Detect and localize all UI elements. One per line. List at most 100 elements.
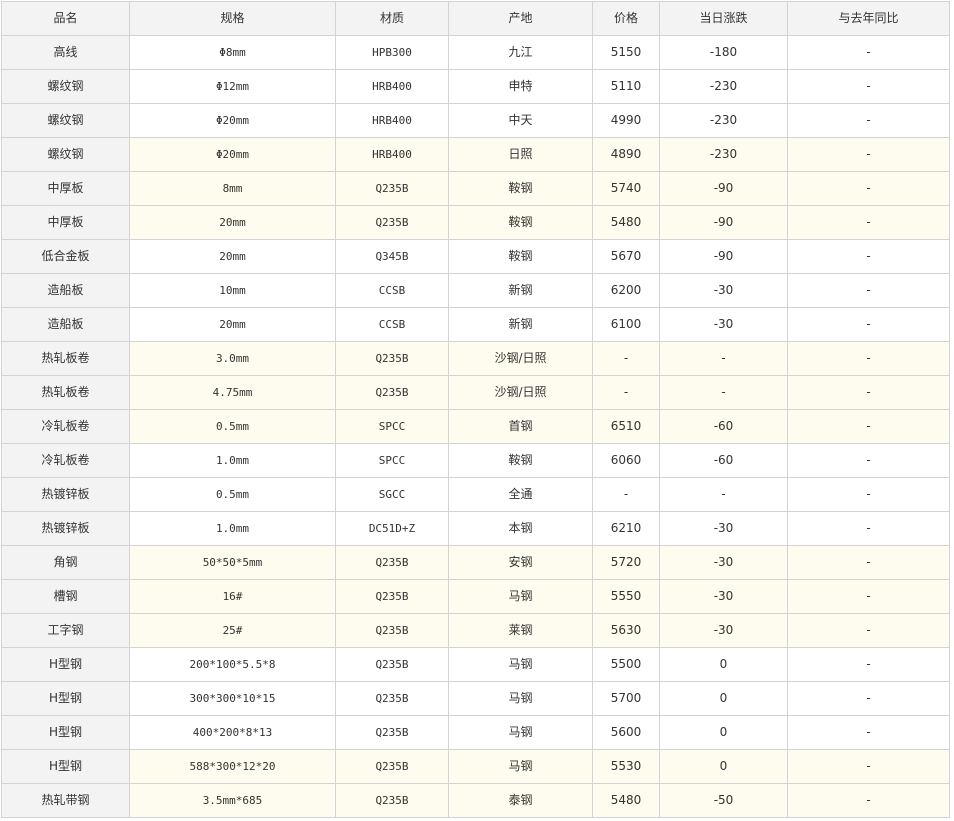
cell-material: SPCC: [335, 409, 449, 444]
cell-price: 5150: [592, 35, 660, 70]
cell-spec: 20mm: [129, 239, 336, 274]
cell-price: 5530: [592, 749, 660, 784]
cell-name: 螺纹钢: [1, 137, 130, 172]
cell-daily-change: -230: [659, 69, 788, 104]
cell-spec: 16#: [129, 579, 336, 614]
cell-name: 中厚板: [1, 205, 130, 240]
cell-price: 6200: [592, 273, 660, 308]
cell-daily-change: -30: [659, 511, 788, 546]
cell-name: 冷轧板卷: [1, 443, 130, 478]
cell-daily-change: -: [659, 477, 788, 512]
cell-spec: Φ20mm: [129, 137, 336, 172]
table-row: H型钢 400*200*8*13 Q235B 马钢 5600 0-: [1, 715, 950, 750]
cell-name: 角钢: [1, 545, 130, 580]
column-header-daily-change: 当日涨跌: [659, 1, 788, 36]
cell-yoy: -: [787, 511, 950, 546]
cell-price: 5720: [592, 545, 660, 580]
cell-origin: 泰钢: [448, 783, 593, 818]
cell-origin: 全通: [448, 477, 593, 512]
cell-spec: 20mm: [129, 205, 336, 240]
cell-material: Q235B: [335, 579, 449, 614]
cell-spec: 0.5mm: [129, 477, 336, 512]
cell-daily-change: -90: [659, 239, 788, 274]
cell-name: H型钢: [1, 715, 130, 750]
cell-origin: 莱钢: [448, 613, 593, 648]
cell-daily-change: -180: [659, 35, 788, 70]
cell-price: 5550: [592, 579, 660, 614]
cell-price: 5110: [592, 69, 660, 104]
cell-yoy: -: [787, 35, 950, 70]
cell-spec: 10mm: [129, 273, 336, 308]
cell-name: 槽钢: [1, 579, 130, 614]
cell-price: -: [592, 477, 660, 512]
cell-yoy: -: [787, 375, 950, 410]
cell-material: Q235B: [335, 783, 449, 818]
cell-origin: 马钢: [448, 681, 593, 716]
cell-material: Q235B: [335, 375, 449, 410]
cell-daily-change: -60: [659, 409, 788, 444]
cell-price: 4990: [592, 103, 660, 138]
cell-name: 低合金板: [1, 239, 130, 274]
cell-yoy: -: [787, 647, 950, 682]
cell-origin: 马钢: [448, 715, 593, 750]
table-row: 中厚板 8mm Q235B 鞍钢 5740 -90-: [1, 171, 950, 206]
cell-origin: 安钢: [448, 545, 593, 580]
cell-price: 5670: [592, 239, 660, 274]
table-row: 螺纹钢 Φ20mm HRB400 中天 4990 -230-: [1, 103, 950, 138]
cell-spec: 200*100*5.5*8: [129, 647, 336, 682]
cell-price: -: [592, 375, 660, 410]
cell-spec: 1.0mm: [129, 443, 336, 478]
cell-price: 6510: [592, 409, 660, 444]
column-header-name: 品名: [1, 1, 130, 36]
table-row: 高线 Φ8mm HPB300 九江 5150 -180-: [1, 35, 950, 70]
cell-origin: 申特: [448, 69, 593, 104]
cell-daily-change: -30: [659, 273, 788, 308]
cell-name: H型钢: [1, 647, 130, 682]
cell-yoy: -: [787, 307, 950, 342]
cell-spec: 1.0mm: [129, 511, 336, 546]
cell-origin: 本钢: [448, 511, 593, 546]
cell-daily-change: -: [659, 341, 788, 376]
cell-material: HRB400: [335, 137, 449, 172]
cell-daily-change: 0: [659, 715, 788, 750]
cell-name: 热镀锌板: [1, 511, 130, 546]
cell-material: DC51D+Z: [335, 511, 449, 546]
steel-price-table: 品名 规格 材质 产地 价格 当日涨跌 与去年同比 高线 Φ8mm HPB300 九江…: [1, 1, 950, 818]
table-row: 低合金板 20mm Q345B 鞍钢 5670 -90-: [1, 239, 950, 274]
cell-material: HRB400: [335, 69, 449, 104]
cell-spec: 3.5mm*685: [129, 783, 336, 818]
cell-name: 螺纹钢: [1, 103, 130, 138]
table-row: 螺纹钢 Φ20mm HRB400 日照 4890 -230-: [1, 137, 950, 172]
cell-name: 中厚板: [1, 171, 130, 206]
column-header-spec: 规格: [129, 1, 336, 36]
cell-origin: 马钢: [448, 749, 593, 784]
table-row: H型钢 588*300*12*20 Q235B 马钢 5530 0-: [1, 749, 950, 784]
cell-material: Q235B: [335, 715, 449, 750]
cell-daily-change: -30: [659, 307, 788, 342]
cell-material: Q235B: [335, 205, 449, 240]
cell-spec: Φ20mm: [129, 103, 336, 138]
table-row: 热轧板卷 3.0mm Q235B 沙钢/日照 - - -: [1, 341, 950, 376]
cell-daily-change: -60: [659, 443, 788, 478]
cell-price: -: [592, 341, 660, 376]
cell-origin: 新钢: [448, 307, 593, 342]
cell-origin: 鞍钢: [448, 239, 593, 274]
cell-price: 6210: [592, 511, 660, 546]
cell-material: Q235B: [335, 613, 449, 648]
cell-origin: 日照: [448, 137, 593, 172]
table-row: 冷轧板卷 1.0mm SPCC 鞍钢 6060 -60-: [1, 443, 950, 478]
cell-yoy: -: [787, 613, 950, 648]
table-row: 热镀锌板 1.0mm DC51D+Z 本钢 6210 -30-: [1, 511, 950, 546]
cell-yoy: -: [787, 749, 950, 784]
cell-spec: Φ8mm: [129, 35, 336, 70]
table-header-row: 品名 规格 材质 产地 价格 当日涨跌 与去年同比: [1, 1, 950, 36]
cell-price: 4890: [592, 137, 660, 172]
cell-yoy: -: [787, 681, 950, 716]
cell-spec: 588*300*12*20: [129, 749, 336, 784]
cell-name: 热镀锌板: [1, 477, 130, 512]
cell-yoy: -: [787, 137, 950, 172]
cell-spec: 20mm: [129, 307, 336, 342]
cell-spec: 4.75mm: [129, 375, 336, 410]
cell-material: SPCC: [335, 443, 449, 478]
cell-yoy: -: [787, 409, 950, 444]
